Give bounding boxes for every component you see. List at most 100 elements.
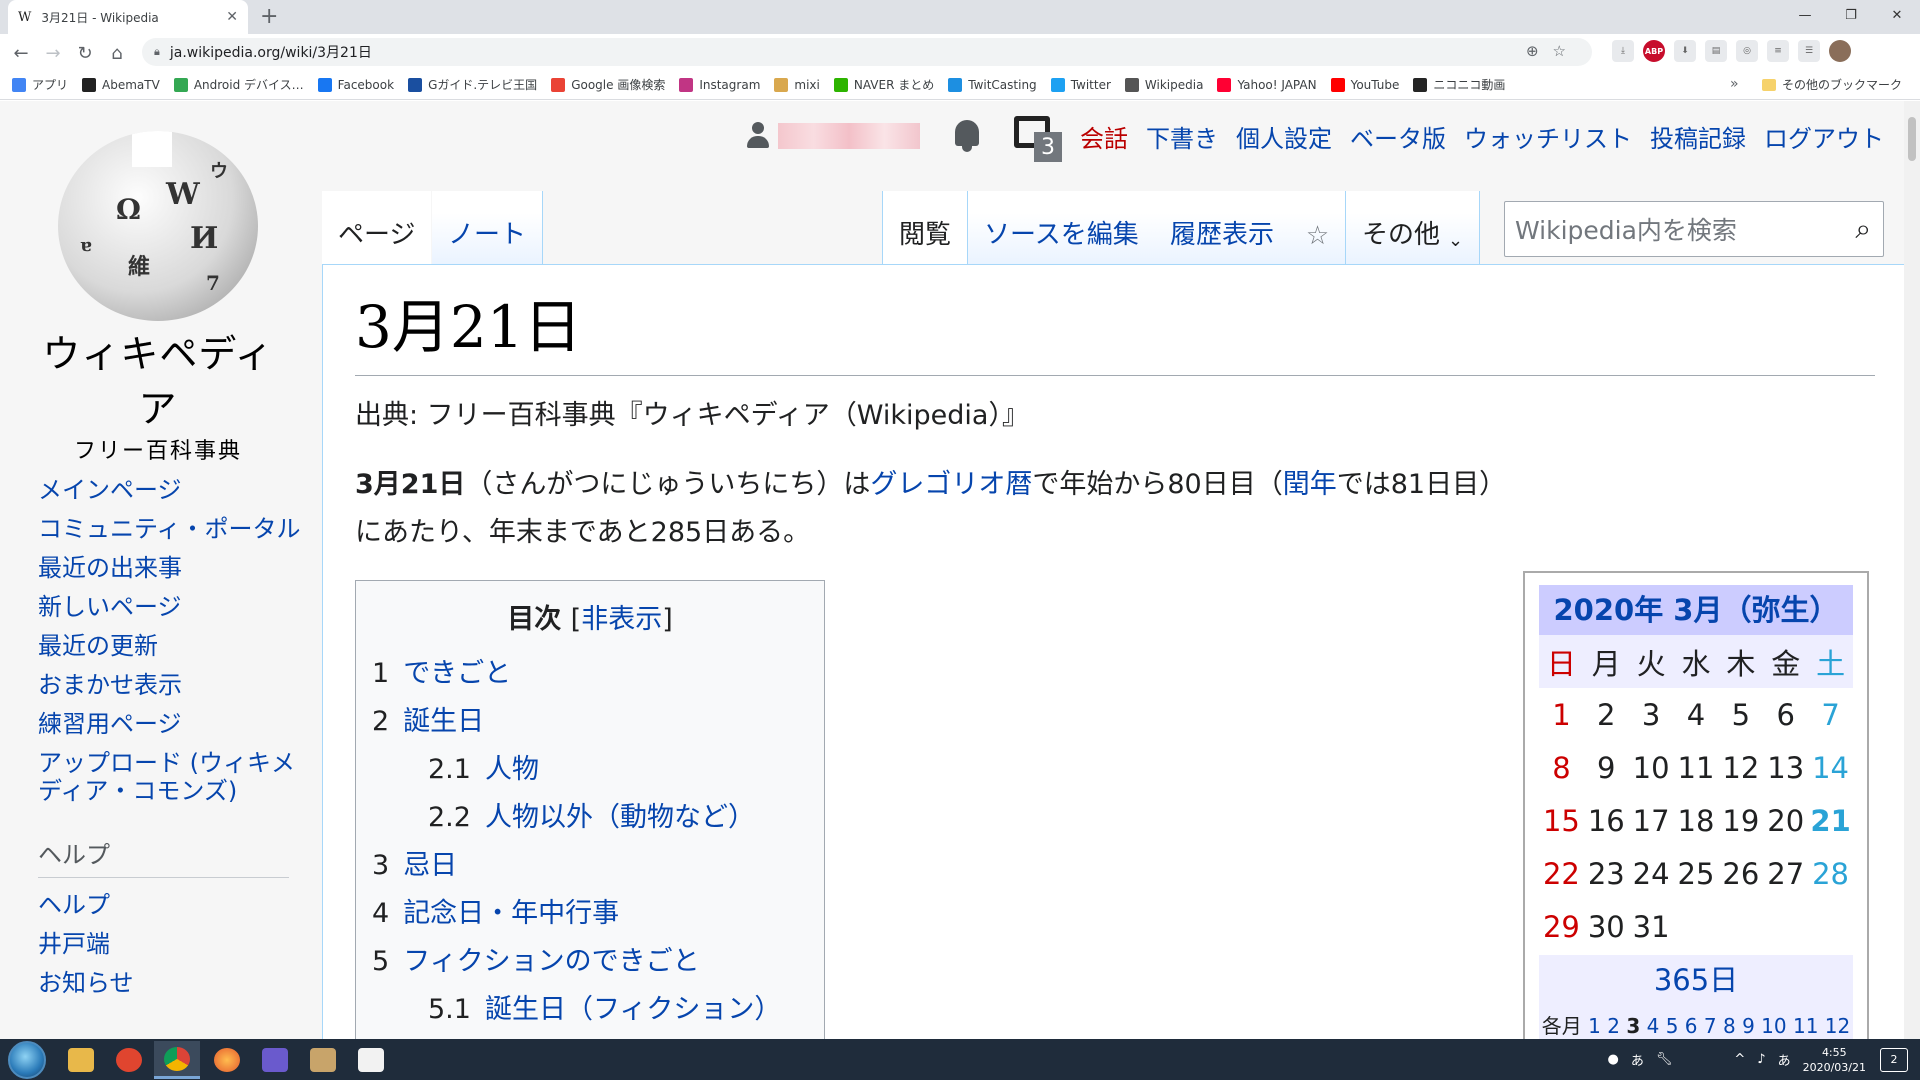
firefox-taskbar-button[interactable] bbox=[204, 1041, 250, 1079]
calendar-month-link[interactable]: 9 bbox=[1742, 1014, 1755, 1038]
bookmarks-overflow-button[interactable]: » bbox=[1730, 76, 1739, 92]
toc-link[interactable]: 記念日・年中行事 bbox=[403, 898, 619, 929]
watchlist-link[interactable]: ウォッチリスト bbox=[1464, 119, 1632, 154]
calendar-month-link[interactable]: 2 bbox=[1607, 1014, 1620, 1038]
toc-link[interactable]: 人物以外（動物など） bbox=[485, 802, 755, 833]
calendar-month-link[interactable]: 3 bbox=[1626, 1014, 1640, 1038]
bookmark-item[interactable]: Facebook bbox=[317, 77, 394, 92]
username-link[interactable] bbox=[778, 123, 920, 149]
calendar-month-link[interactable]: 12 bbox=[1825, 1014, 1850, 1038]
close-window-button[interactable]: ✕ bbox=[1874, 0, 1920, 30]
sidebar-link[interactable]: アップロード (ウィキメディア・コモンズ) bbox=[38, 749, 303, 805]
sidebar-link[interactable]: 最近の出来事 bbox=[38, 549, 303, 588]
bookmark-item[interactable]: Yahoo! JAPAN bbox=[1217, 77, 1317, 92]
beta-link[interactable]: ベータ版 bbox=[1350, 119, 1446, 154]
calendar-day-link[interactable]: 8 bbox=[1539, 751, 1584, 785]
toc-entry[interactable]: 4 記念日・年中行事 bbox=[372, 890, 808, 938]
show-hidden-icons-button[interactable]: ^ bbox=[1734, 1052, 1745, 1067]
calendar-day-link[interactable]: 12 bbox=[1718, 751, 1763, 785]
bookmark-star-icon[interactable]: ⊕☆ bbox=[1526, 42, 1580, 60]
bookmark-item[interactable]: ニコニコ動画 bbox=[1413, 76, 1505, 93]
bookmark-item[interactable]: Gガイド.テレビ王国 bbox=[408, 76, 537, 93]
forward-arrow-icon[interactable]: → bbox=[40, 40, 66, 66]
calendar-month-link[interactable]: 10 bbox=[1761, 1014, 1786, 1038]
toc-entry[interactable]: 5.1 誕生日（フィクション） bbox=[372, 986, 808, 1034]
sidebar-link[interactable]: 最近の更新 bbox=[38, 627, 303, 666]
calendar-day-link[interactable]: 30 bbox=[1584, 910, 1629, 944]
browser-tab[interactable]: W 3月21日 - Wikipedia ✕ bbox=[8, 0, 248, 34]
bookmark-item[interactable]: Android デバイス… bbox=[173, 76, 304, 93]
calendar-day-link[interactable]: 15 bbox=[1539, 804, 1584, 838]
sidebar-link[interactable]: コミュニティ・ポータル bbox=[38, 515, 303, 543]
tab-note[interactable]: ノート bbox=[432, 191, 544, 265]
tab-edit-source[interactable]: ソースを編集 bbox=[968, 191, 1156, 265]
toc-link[interactable]: 誕生日 bbox=[403, 706, 484, 737]
tab-read[interactable]: 閲覧 bbox=[882, 191, 969, 265]
toc-hide-link[interactable]: 非表示 bbox=[581, 604, 662, 635]
calendar-day-link[interactable]: 21 bbox=[1808, 804, 1853, 838]
toc-entry[interactable]: 1 できごと bbox=[372, 650, 808, 698]
toc-hide-toggle[interactable]: [非表示] bbox=[571, 604, 673, 635]
ime-language-icon[interactable]: ● bbox=[1608, 1052, 1619, 1067]
toc-entry[interactable]: 2 誕生日 bbox=[372, 698, 808, 746]
toc-entry[interactable]: 3 忌日 bbox=[372, 842, 808, 890]
app-taskbar-button[interactable] bbox=[300, 1041, 346, 1079]
calendar-day-link[interactable]: 26 bbox=[1718, 857, 1763, 891]
extension-icon[interactable]: ≡ bbox=[1767, 40, 1789, 62]
calendar-day-link[interactable]: 27 bbox=[1763, 857, 1808, 891]
sidebar-link[interactable]: 練習用ページ bbox=[38, 705, 303, 744]
calendar-day-link[interactable]: 24 bbox=[1629, 857, 1674, 891]
bookmark-item[interactable]: アプリ bbox=[12, 76, 68, 93]
volume-icon[interactable]: ♪ bbox=[1757, 1052, 1765, 1067]
calendar-day-link[interactable]: 16 bbox=[1584, 804, 1629, 838]
reading-list-icon[interactable]: ☰ bbox=[1798, 40, 1820, 62]
bookmark-item[interactable]: mixi bbox=[774, 77, 820, 92]
wikipedia-logo[interactable]: Ω W И 維 ウ ɐ 7 ウィキペディア フリー百科事典 bbox=[28, 131, 288, 465]
calendar-title[interactable]: 2020年 3月（弥生） bbox=[1539, 585, 1853, 635]
calendar-month-link[interactable]: 4 bbox=[1647, 1014, 1660, 1038]
calendar-month-link[interactable]: 11 bbox=[1793, 1014, 1818, 1038]
watch-star-icon[interactable]: ☆ bbox=[1290, 191, 1346, 265]
bookmark-item[interactable]: NAVER まとめ bbox=[833, 76, 934, 93]
gregorian-calendar-link[interactable]: グレゴリオ暦 bbox=[870, 469, 1032, 500]
calendar-day-link[interactable]: 9 bbox=[1584, 751, 1629, 785]
extension-icon[interactable]: ◎ bbox=[1736, 40, 1758, 62]
adblock-plus-icon[interactable]: ABP bbox=[1643, 40, 1665, 62]
calendar-month-link[interactable]: 6 bbox=[1685, 1014, 1698, 1038]
bookmark-item[interactable]: Twitter bbox=[1050, 77, 1111, 92]
calendar-day-link[interactable]: 10 bbox=[1629, 751, 1674, 785]
minimize-window-button[interactable]: — bbox=[1782, 0, 1828, 30]
toc-link[interactable]: 忌日 bbox=[403, 850, 457, 881]
calendar-day-link[interactable]: 20 bbox=[1763, 804, 1808, 838]
toc-link[interactable]: フィクションのできごと bbox=[403, 946, 699, 977]
back-arrow-icon[interactable]: ← bbox=[8, 40, 34, 66]
restore-window-button[interactable]: ❐ bbox=[1828, 0, 1874, 30]
start-button[interactable] bbox=[8, 1041, 46, 1079]
toc-link[interactable]: できごと bbox=[403, 658, 511, 689]
search-icon[interactable]: ⌕ bbox=[1855, 212, 1871, 246]
calendar-day-link[interactable]: 28 bbox=[1808, 857, 1853, 891]
toc-entry[interactable]: 2.2 人物以外（動物など） bbox=[372, 794, 808, 842]
calendar-day-link[interactable]: 31 bbox=[1629, 910, 1674, 944]
app-taskbar-button[interactable] bbox=[252, 1041, 298, 1079]
calendar-day-link[interactable]: 7 bbox=[1808, 698, 1853, 732]
calendar-day-link[interactable]: 18 bbox=[1674, 804, 1719, 838]
app-taskbar-button[interactable] bbox=[106, 1041, 152, 1079]
store-taskbar-button[interactable] bbox=[348, 1041, 394, 1079]
calendar-month-link[interactable]: 8 bbox=[1723, 1014, 1736, 1038]
home-icon[interactable]: ⌂ bbox=[104, 40, 130, 66]
extension-icon[interactable]: ⬇ bbox=[1674, 40, 1696, 62]
tab-page[interactable]: ページ bbox=[322, 191, 432, 265]
calendar-day-link[interactable]: 4 bbox=[1674, 698, 1719, 732]
calendar-day-link[interactable]: 14 bbox=[1808, 751, 1853, 785]
bookmark-item[interactable]: Wikipedia bbox=[1124, 77, 1203, 92]
bookmark-item[interactable]: AbemaTV bbox=[82, 77, 160, 92]
calendar-day-link[interactable]: 1 bbox=[1539, 698, 1584, 732]
calendar-month-link[interactable]: 5 bbox=[1666, 1014, 1679, 1038]
calendar-day-link[interactable]: 17 bbox=[1629, 804, 1674, 838]
calendar-day-link[interactable]: 22 bbox=[1539, 857, 1584, 891]
calendar-day-link[interactable]: 29 bbox=[1539, 910, 1584, 944]
action-center-button[interactable]: 2 bbox=[1880, 1047, 1908, 1072]
notification-bell-icon[interactable] bbox=[950, 116, 984, 156]
leap-year-link[interactable]: 閏年 bbox=[1283, 469, 1337, 500]
